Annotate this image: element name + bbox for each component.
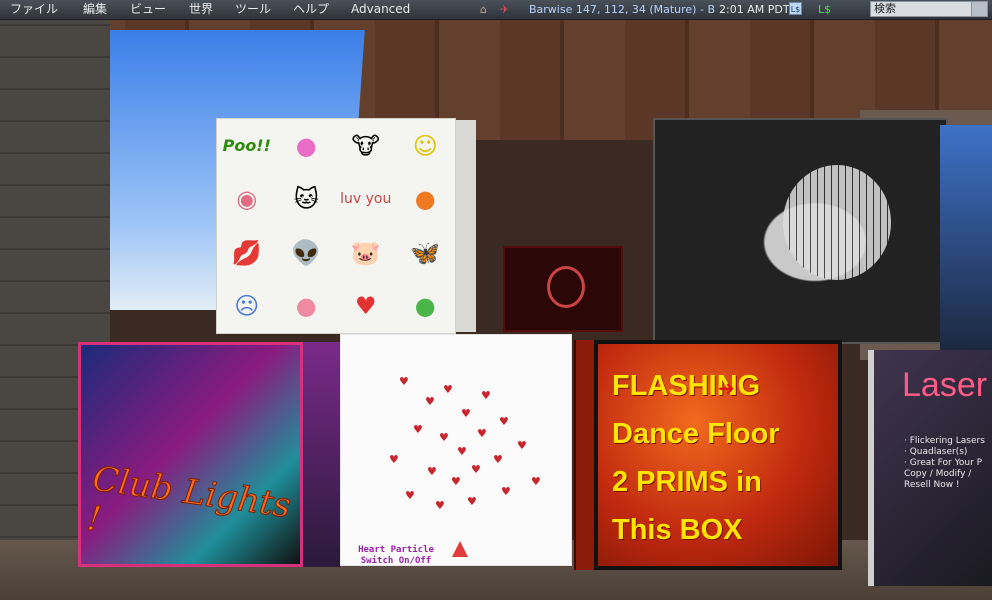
menu-file[interactable]: ファイル xyxy=(8,0,60,19)
menu-bar: ファイル 編集 ビュー 世界 ツール ヘルプ Advanced ⌂ ✈ Barw… xyxy=(0,0,992,20)
heart-label-line-1: Heart Particle xyxy=(358,545,434,555)
menu-tools[interactable]: ツール xyxy=(233,0,273,19)
emoji-cell: ● xyxy=(295,131,317,160)
emoji-box[interactable]: Poo!! ● 🐮 ☺ ◉ 🐱 luv you ● 💋 👽 🐷 🦋 ☹ ● ♥ … xyxy=(216,118,456,334)
emoji-cell: luv you xyxy=(340,191,392,208)
laser-line: Resell Now ! xyxy=(904,480,960,490)
club-lights-side xyxy=(303,342,343,567)
emoji-cell: ● xyxy=(295,292,317,321)
emoji-cell: ◉ xyxy=(236,185,258,214)
emoji-cell: ☹ xyxy=(234,292,260,321)
location-text[interactable]: Barwise 147, 112, 34 (Mature) - B xyxy=(529,0,715,19)
search-input[interactable]: 検索 xyxy=(870,1,988,17)
menu-view[interactable]: ビュー xyxy=(128,0,168,19)
arrow-icon: ➜ xyxy=(718,376,735,400)
laser-line: · Flickering Lasers xyxy=(904,436,985,446)
flashing-text: FLASHING Dance Floor 2 PRIMS in This BOX xyxy=(612,362,780,554)
laser-line: Copy / Modify / xyxy=(904,469,972,479)
emoji-cell: 👽 xyxy=(291,238,322,267)
laser-box[interactable]: Laser · Flickering Lasers · Quadlaser(s)… xyxy=(868,350,992,586)
disco-ball-icon xyxy=(783,165,891,280)
warning-icon[interactable] xyxy=(452,541,468,557)
flashing-dance-floor-box[interactable]: FLASHING Dance Floor 2 PRIMS in This BOX… xyxy=(594,340,842,570)
emoji-cell: 🐷 xyxy=(350,238,381,267)
laser-line: · Quadlaser(s) xyxy=(904,447,968,457)
emoji-cell: 🐮 xyxy=(351,131,380,160)
heart-particle-label: Heart Particle Switch On/Off xyxy=(346,545,446,567)
flash-line-1: FLASHING xyxy=(612,370,761,402)
menu-world[interactable]: 世界 xyxy=(187,0,215,19)
club-lights-text: Club Lights ! xyxy=(84,458,294,540)
heart-particle-box[interactable]: ♥ ♥ ♥ ♥ ♥ ♥ ♥ ♥ ♥ ♥ ♥ ♥ ♥ ♥ ♥ ♥ ♥ ♥ ♥ ♥ … xyxy=(340,334,572,566)
emoji-cell: ♥ xyxy=(354,292,377,321)
club-lights-box[interactable]: Club Lights ! xyxy=(78,342,303,567)
flash-line-2: Dance Floor xyxy=(612,418,780,450)
emoji-cell: ● xyxy=(414,185,436,214)
emblem-icon xyxy=(547,266,585,308)
clock-text: 2:01 AM PDT xyxy=(719,3,790,16)
emoji-cell: Poo!! xyxy=(222,136,271,156)
buy-currency-button[interactable]: L$ xyxy=(789,2,802,15)
emoji-cell: 🦋 xyxy=(410,238,441,267)
flash-line-4: This BOX xyxy=(612,514,743,546)
search-placeholder: 検索 xyxy=(874,2,896,15)
menu-help[interactable]: ヘルプ xyxy=(291,0,331,19)
red-sign[interactable] xyxy=(503,246,623,332)
build-icon[interactable]: ⌂ xyxy=(480,0,487,19)
emoji-cell: ● xyxy=(414,292,436,321)
heart-label-line-2: Switch On/Off xyxy=(360,556,432,566)
3d-viewport[interactable]: Poo!! ● 🐮 ☺ ◉ 🐱 luv you ● 💋 👽 🐷 🦋 ☹ ● ♥ … xyxy=(0,20,992,600)
balance-text: L$ xyxy=(818,3,832,16)
laser-title: Laser xyxy=(902,366,988,404)
search-icon[interactable] xyxy=(971,2,987,16)
jukebox-panel[interactable] xyxy=(940,125,992,350)
flash-line-3: 2 PRIMS in xyxy=(612,466,762,498)
emoji-box-side xyxy=(456,120,476,332)
menu-advanced[interactable]: Advanced xyxy=(349,0,412,19)
no-fly-icon[interactable]: ✈ xyxy=(500,0,509,19)
viewer-window: ファイル 編集 ビュー 世界 ツール ヘルプ Advanced ⌂ ✈ Barw… xyxy=(0,0,992,600)
laser-features: · Flickering Lasers · Quadlaser(s) · Gre… xyxy=(904,436,985,491)
menu-edit[interactable]: 編集 xyxy=(81,0,109,19)
emoji-cell: 💋 xyxy=(231,238,262,267)
emoji-cell: 🐱 xyxy=(293,185,319,214)
emoji-cell: ☺ xyxy=(412,131,438,160)
disco-ball-box[interactable] xyxy=(653,118,948,344)
laser-line: · Great For Your P xyxy=(904,458,983,468)
